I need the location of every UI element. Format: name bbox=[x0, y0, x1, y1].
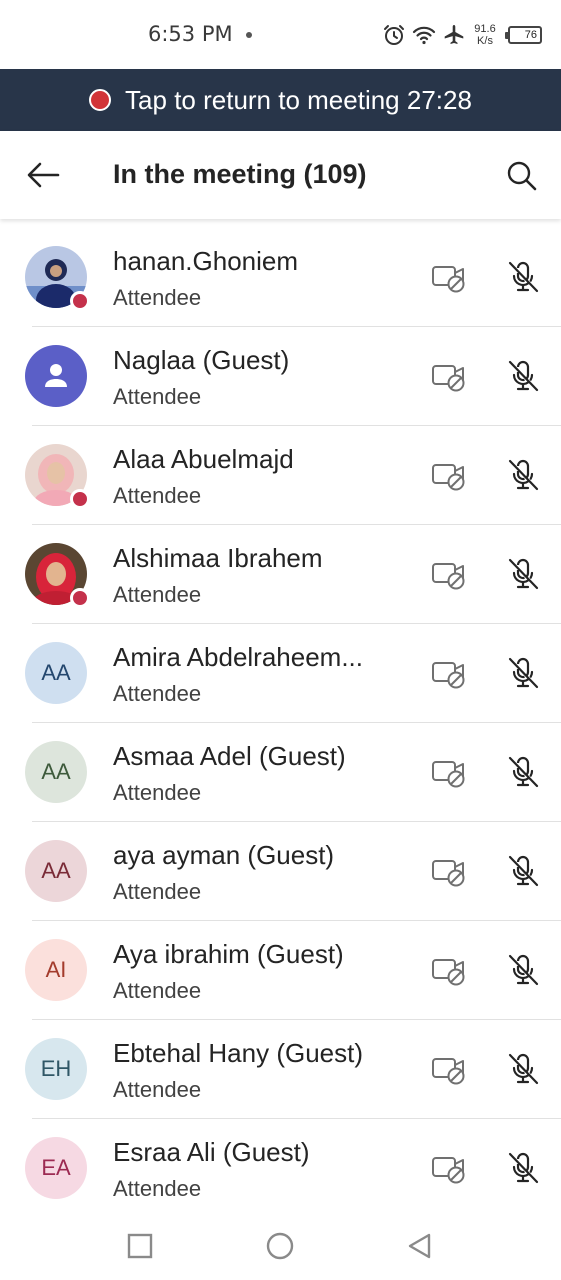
presence-busy-icon bbox=[70, 588, 90, 608]
participant-list[interactable]: hanan.Ghoniem Attendee Naglaa (Guest) At… bbox=[0, 228, 561, 1210]
status-bar: 6:53 PM 91.6 K/s 76 bbox=[0, 0, 561, 68]
participant-row[interactable]: Alshimaa Ibrahem Attendee bbox=[0, 525, 561, 624]
network-speed-value: 91.6 bbox=[474, 23, 496, 35]
square-icon bbox=[127, 1233, 153, 1259]
page-title: In the meeting (109) bbox=[113, 159, 367, 189]
participant-name: Naglaa (Guest) bbox=[113, 345, 290, 375]
video-off-icon[interactable] bbox=[431, 1153, 467, 1185]
participant-role: Attendee bbox=[113, 1176, 202, 1201]
home-button[interactable] bbox=[262, 1228, 298, 1264]
participant-role: Attendee bbox=[113, 285, 202, 310]
participant-role: Attendee bbox=[113, 384, 202, 409]
participant-name: Ebtehal Hany (Guest) bbox=[113, 1038, 364, 1068]
mic-off-icon[interactable] bbox=[505, 1051, 541, 1087]
participant-name: Aya ibrahim (Guest) bbox=[113, 939, 344, 969]
status-time: 6:53 PM bbox=[148, 22, 233, 46]
participant-name: Alaa Abuelmajd bbox=[113, 444, 294, 474]
presence-busy-icon bbox=[70, 489, 90, 509]
participant-name: aya ayman (Guest) bbox=[113, 840, 335, 870]
status-icons: 91.6 K/s 76 bbox=[382, 20, 542, 50]
alarm-icon bbox=[384, 25, 404, 45]
avatar-initials: AI bbox=[25, 939, 87, 1001]
search-button[interactable] bbox=[504, 158, 540, 194]
participant-name: Alshimaa Ibrahem bbox=[113, 543, 323, 573]
participant-role: Attendee bbox=[113, 582, 202, 607]
participant-role: Attendee bbox=[113, 978, 202, 1003]
person-icon bbox=[45, 364, 67, 387]
airplane-icon bbox=[444, 25, 464, 44]
recents-button[interactable] bbox=[122, 1228, 158, 1264]
avatar-initials: EA bbox=[25, 1137, 87, 1199]
wifi-icon bbox=[412, 26, 436, 45]
participant-row[interactable]: AA Amira Abdelraheem... Attendee bbox=[0, 624, 561, 723]
participant-role: Attendee bbox=[113, 483, 202, 508]
participant-row[interactable]: Naglaa (Guest) Attendee bbox=[0, 327, 561, 426]
participant-row[interactable]: AI Aya ibrahim (Guest) Attendee bbox=[0, 921, 561, 1020]
return-to-meeting-text: Tap to return to meeting 27:28 bbox=[125, 84, 472, 115]
participant-role: Attendee bbox=[113, 1077, 202, 1102]
header: In the meeting (109) bbox=[0, 131, 561, 219]
avatar bbox=[25, 444, 90, 509]
triangle-back-icon bbox=[408, 1233, 431, 1259]
participant-name: Amira Abdelraheem... bbox=[113, 642, 364, 672]
mic-off-icon[interactable] bbox=[505, 655, 541, 691]
participant-role: Attendee bbox=[113, 780, 202, 805]
participant-row[interactable]: Alaa Abuelmajd Attendee bbox=[0, 426, 561, 525]
back-button[interactable] bbox=[24, 157, 64, 193]
arrow-left-icon bbox=[27, 162, 60, 188]
video-off-icon[interactable] bbox=[431, 955, 467, 987]
mic-off-icon[interactable] bbox=[505, 754, 541, 790]
mic-off-icon[interactable] bbox=[505, 556, 541, 592]
video-off-icon[interactable] bbox=[431, 1054, 467, 1086]
video-off-icon[interactable] bbox=[431, 658, 467, 690]
network-speed: 91.6 K/s bbox=[472, 23, 498, 47]
mic-off-icon[interactable] bbox=[505, 259, 541, 295]
network-speed-unit: K/s bbox=[477, 35, 493, 47]
mic-off-icon[interactable] bbox=[505, 457, 541, 493]
recording-dot-icon bbox=[89, 89, 112, 111]
avatar bbox=[25, 543, 90, 608]
participant-row[interactable]: EA Esraa Ali (Guest) Attendee bbox=[0, 1119, 561, 1210]
mic-off-icon[interactable] bbox=[505, 952, 541, 988]
notification-dot bbox=[246, 32, 252, 38]
participant-name: Asmaa Adel (Guest) bbox=[113, 741, 346, 771]
system-nav-bar bbox=[0, 1210, 561, 1280]
video-off-icon[interactable] bbox=[431, 757, 467, 789]
avatar-initials: AA bbox=[25, 840, 87, 902]
presence-busy-icon bbox=[70, 291, 90, 311]
video-off-icon[interactable] bbox=[431, 460, 467, 492]
battery-indicator: 76 bbox=[505, 26, 542, 44]
participant-name: hanan.Ghoniem bbox=[113, 246, 299, 276]
mic-off-icon[interactable] bbox=[505, 1150, 541, 1186]
participant-row[interactable]: EH Ebtehal Hany (Guest) Attendee bbox=[0, 1020, 561, 1119]
return-to-meeting-banner[interactable]: Tap to return to meeting 27:28 bbox=[0, 69, 561, 131]
mic-off-icon[interactable] bbox=[505, 358, 541, 394]
avatar bbox=[25, 345, 87, 407]
participant-row[interactable]: hanan.Ghoniem Attendee bbox=[0, 228, 561, 327]
circle-icon bbox=[266, 1232, 294, 1260]
video-off-icon[interactable] bbox=[431, 361, 467, 393]
video-off-icon[interactable] bbox=[431, 559, 467, 591]
avatar-initials: AA bbox=[25, 741, 87, 803]
participant-role: Attendee bbox=[113, 681, 202, 706]
avatar-initials: AA bbox=[25, 642, 87, 704]
participant-row[interactable]: AA aya ayman (Guest) Attendee bbox=[0, 822, 561, 921]
search-icon bbox=[507, 161, 537, 191]
avatar-initials: EH bbox=[25, 1038, 87, 1100]
avatar bbox=[25, 246, 90, 311]
mic-off-icon[interactable] bbox=[505, 853, 541, 889]
participant-name: Esraa Ali (Guest) bbox=[113, 1137, 310, 1167]
participant-role: Attendee bbox=[113, 879, 202, 904]
video-off-icon[interactable] bbox=[431, 856, 467, 888]
system-back-button[interactable] bbox=[402, 1228, 438, 1264]
participant-row[interactable]: AA Asmaa Adel (Guest) Attendee bbox=[0, 723, 561, 822]
video-off-icon[interactable] bbox=[431, 262, 467, 294]
